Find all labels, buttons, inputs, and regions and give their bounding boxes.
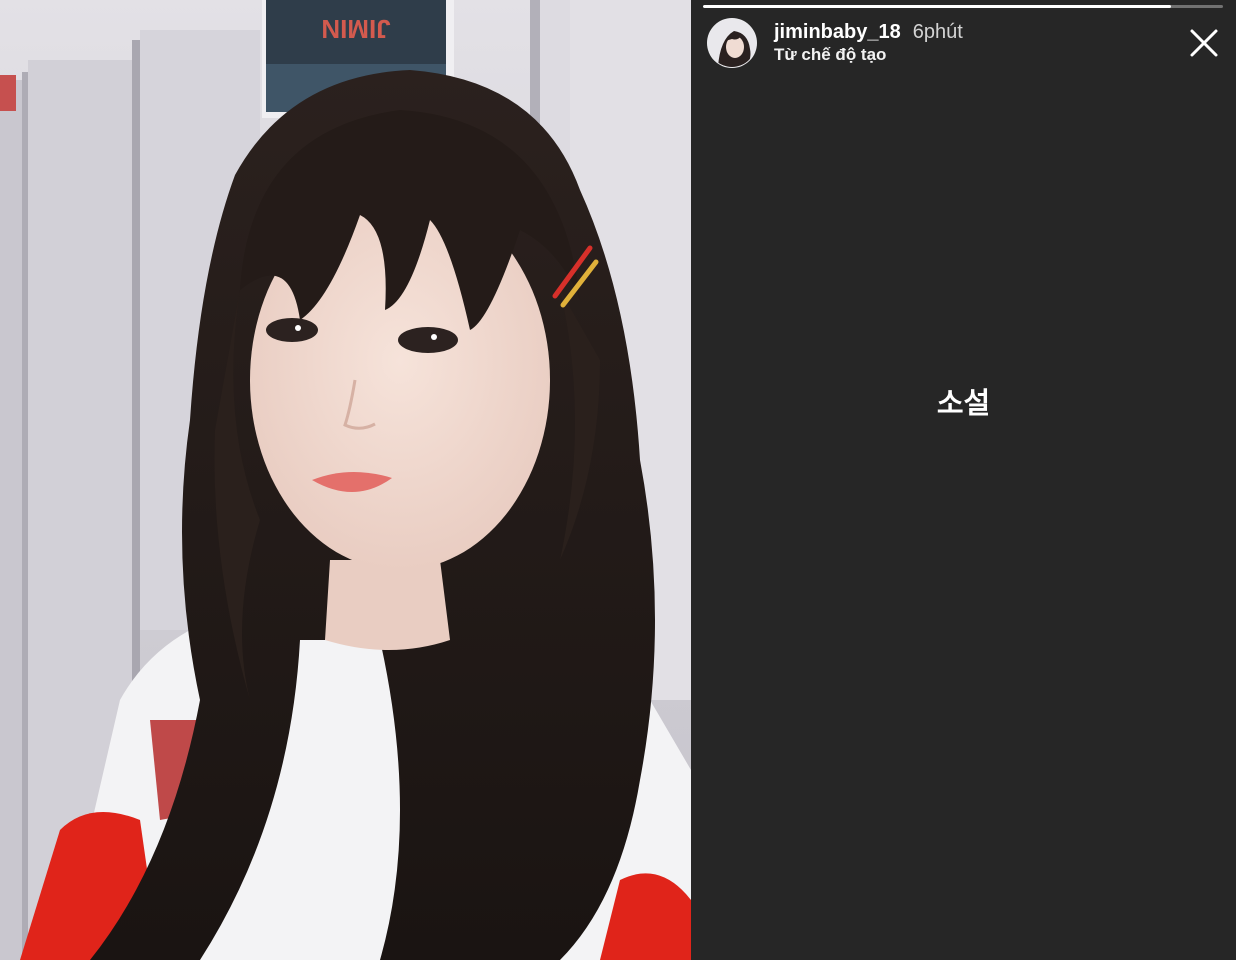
sign-text: JIMIN <box>321 14 390 44</box>
story-viewer[interactable]: jiminbaby_18 6phút Từ chế độ tạo 소설 <box>691 0 1236 960</box>
screen: JIMIN jiminbaby_18 6phút Từ chế độ tạo 소… <box>0 0 1236 960</box>
story-subtitle: Từ chế độ tạo <box>774 45 887 65</box>
story-username[interactable]: jiminbaby_18 <box>774 20 901 44</box>
story-time-ago: 6phút <box>912 21 963 44</box>
story-header: jiminbaby_18 6phút Từ chế độ tạo <box>707 18 963 68</box>
story-progress-fill <box>703 5 1171 8</box>
story-text: 소설 <box>936 386 991 420</box>
avatar-image <box>708 19 756 67</box>
selfie-illustration: JIMIN <box>0 0 691 960</box>
story-header-text: jiminbaby_18 6phút Từ chế độ tạo <box>774 20 963 65</box>
story-photo: JIMIN <box>0 0 691 960</box>
story-name-row: jiminbaby_18 6phút <box>774 20 963 44</box>
close-icon <box>1190 29 1218 57</box>
close-button[interactable] <box>1187 26 1221 60</box>
story-progress-bar <box>703 5 1223 8</box>
avatar[interactable] <box>707 18 757 68</box>
